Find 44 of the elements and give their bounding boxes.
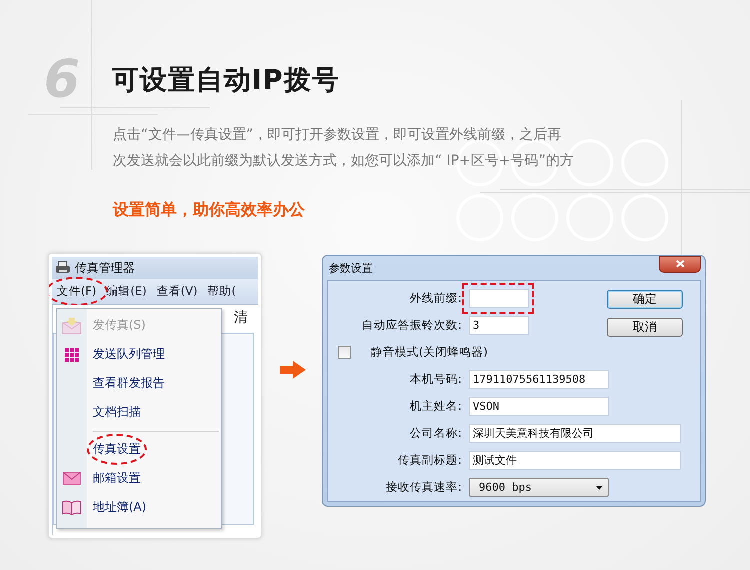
dropdown-field[interactable]: 9600 bps [469, 478, 609, 497]
dialog-button[interactable]: 取消 [607, 318, 683, 337]
checkbox-label: 静音模式(关闭蜂鸣器) [371, 345, 488, 360]
menu-item[interactable]: 编辑(E) [102, 284, 152, 299]
field-label: 外线前缀: [409, 291, 462, 306]
menu-entry[interactable]: 查看群发报告 [93, 375, 165, 392]
close-button[interactable] [659, 256, 701, 272]
text-field[interactable]: VSON [469, 397, 609, 416]
description-text: 次发送就会以此前缀为默认发送方式，如您可以添加“ IP+区号+号码”的方 [113, 152, 575, 171]
menu-item[interactable]: 查看(V) [152, 284, 203, 299]
menu-entry[interactable]: 地址簿(A) [93, 499, 147, 516]
text-field[interactable]: 测试文件 [469, 451, 681, 470]
close-icon [676, 260, 684, 268]
text-field[interactable]: 深圳天美意科技有限公司 [469, 424, 681, 443]
text-field[interactable]: 17911075561139508 [469, 370, 609, 389]
dialog-button[interactable]: 确定 [607, 290, 683, 309]
book-icon [62, 500, 82, 515]
dialog-title: 参数设置 [328, 260, 373, 276]
tagline: 设置简单，助你高效率办公 [113, 200, 306, 221]
menu-item[interactable]: 帮助( [202, 284, 242, 299]
field-label: 传真副标题: [397, 453, 462, 468]
text-field[interactable]: 3 [469, 316, 529, 335]
checkbox[interactable] [338, 346, 351, 359]
menu-entry[interactable]: 传真设置 [93, 441, 141, 458]
menu-item[interactable]: 文件(F) [52, 284, 102, 299]
menu-entry[interactable]: 邮箱设置 [93, 470, 141, 487]
envelope-icon [63, 472, 81, 485]
field-label: 公司名称: [409, 426, 462, 441]
window-title: 传真管理器 [75, 260, 135, 276]
grid-icon [65, 348, 79, 362]
text-field[interactable] [469, 289, 529, 308]
envelope-icon [62, 316, 82, 334]
description-text: 点击“文件—传真设置”，即可打开参数设置，即可设置外线前缀，之后再 [113, 126, 563, 145]
arrow-icon [280, 361, 306, 379]
menu-entry[interactable]: 发送队列管理 [93, 346, 165, 363]
printer-icon [55, 261, 71, 275]
field-label: 本机号码: [409, 372, 462, 387]
caret-icon [596, 486, 603, 490]
field-label: 机主姓名: [409, 399, 462, 414]
section-title: 可设置自动IP拨号 [112, 64, 340, 98]
field-label: 自动应答振铃次数: [361, 318, 462, 333]
field-label: 接收传真速率: [385, 480, 462, 495]
menu-entry[interactable]: 文档扫描 [93, 404, 141, 421]
toolbar-text: 清 [234, 309, 248, 327]
